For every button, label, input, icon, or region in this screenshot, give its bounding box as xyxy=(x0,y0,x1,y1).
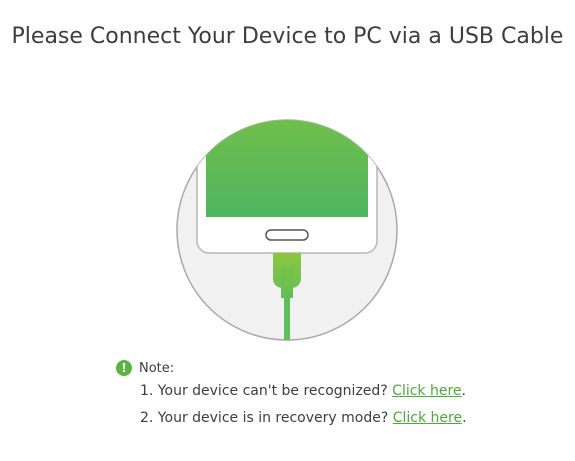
phone-usb-graphic xyxy=(176,119,398,341)
connect-device-page: Please Connect Your Device to PC via a U… xyxy=(0,0,575,461)
click-here-link-recovery-mode[interactable]: Click here xyxy=(393,410,462,426)
home-button xyxy=(265,229,309,241)
note-section: ! Note: 1. Your device can't be recogniz… xyxy=(116,358,556,432)
note-item-suffix: . xyxy=(461,383,466,399)
note-header: ! Note: xyxy=(116,358,556,378)
page-title: Please Connect Your Device to PC via a U… xyxy=(11,24,564,49)
note-label: Note: xyxy=(139,360,175,376)
note-item-recovery-mode: 2. Your device is in recovery mode? Clic… xyxy=(140,405,556,432)
phone-usb-illustration xyxy=(175,118,399,342)
note-item-text: 1. Your device can't be recognized? xyxy=(140,383,393,399)
note-item-unrecognized: 1. Your device can't be recognized? Clic… xyxy=(140,378,556,405)
usb-cable xyxy=(284,296,290,340)
note-item-suffix: . xyxy=(462,410,467,426)
note-list: 1. Your device can't be recognized? Clic… xyxy=(116,378,556,432)
exclamation-icon: ! xyxy=(116,360,132,376)
note-item-text: 2. Your device is in recovery mode? xyxy=(140,410,393,426)
click-here-link-unrecognized[interactable]: Click here xyxy=(392,383,461,399)
phone-screen xyxy=(206,120,368,217)
